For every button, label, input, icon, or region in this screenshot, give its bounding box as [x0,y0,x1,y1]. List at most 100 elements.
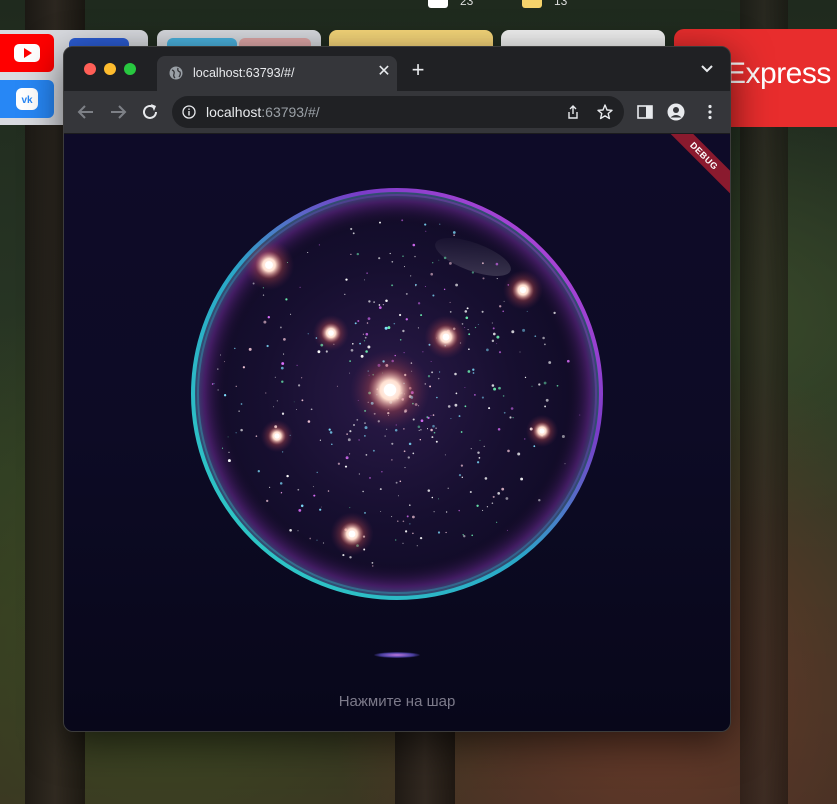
dust-star [548,361,552,364]
dust-star [510,407,514,410]
dust-star [461,476,463,478]
dust-star [362,490,364,493]
dust-star [220,354,221,356]
dust-star [385,299,388,302]
dust-star [320,506,322,508]
dust-star [353,424,355,426]
dust-star [445,511,448,513]
dust-star [325,350,328,353]
dust-star [524,376,527,379]
dust-star [265,392,267,394]
bookmark-star-icon[interactable] [596,103,614,121]
dust-star [435,427,437,430]
galaxy-sphere[interactable] [190,187,604,601]
dust-star [234,347,236,350]
dust-star [217,368,219,370]
dust-star [240,428,243,432]
dust-star [405,318,408,321]
dust-star [286,474,289,478]
youtube-tile[interactable] [0,34,54,72]
side-panel-icon[interactable] [636,103,654,121]
dust-star [491,502,494,504]
dust-star [468,333,471,336]
tab-close-button[interactable]: ✕ [374,62,394,82]
dust-star [419,536,423,540]
dust-star [238,410,240,412]
dust-star [486,506,489,508]
dust-star [364,336,367,339]
dust-star [410,275,412,277]
dust-star [454,403,458,407]
dust-star [460,464,464,467]
dust-star [319,439,321,441]
dust-star [307,333,309,335]
tab-localhost[interactable]: localhost:63793/#/ ✕ [157,56,397,91]
dust-star [337,462,341,465]
dust-star [495,262,499,266]
back-arrow-icon[interactable] [75,101,97,123]
dust-star [412,532,414,535]
dust-star [481,396,484,399]
dust-star [544,343,546,346]
more-menu-icon[interactable] [701,103,719,121]
dust-star [449,301,451,303]
dust-star [350,348,354,352]
system-menu-bar: 23 13 [0,0,837,8]
sphere-shadow [374,652,420,658]
forward-arrow-icon[interactable] [107,101,129,123]
dust-star [412,515,415,519]
dust-star [366,272,368,274]
dust-star [293,401,295,403]
aliexpress-label: Express [726,57,831,90]
dust-star [328,428,331,431]
dust-star [307,420,311,423]
zoom-window-button[interactable] [124,63,136,75]
dust-star [481,262,484,265]
dust-star [281,362,285,365]
dust-star [373,301,375,303]
dust-star [363,340,366,342]
dust-star [458,509,460,512]
dust-star [497,428,501,431]
dust-star [497,492,501,495]
dust-star [506,529,508,531]
dust-star [431,496,434,499]
share-icon[interactable] [565,104,581,120]
minimize-window-button[interactable] [104,63,116,75]
dust-star [482,277,485,280]
dust-star [257,470,260,473]
dust-star [281,451,284,453]
calendar-count: 23 [460,0,474,8]
dust-star [317,350,321,354]
dust-star [471,271,475,274]
reload-icon[interactable] [139,101,161,123]
new-tab-button[interactable]: + [407,59,429,81]
dust-star [491,339,495,343]
dust-star [454,372,457,376]
dust-star [342,554,345,557]
dust-star [399,480,402,483]
dust-star [436,396,438,399]
bright-star-core [539,428,545,434]
dust-star [404,467,406,469]
dust-star [430,415,432,417]
vk-tile[interactable]: vk [0,80,54,118]
dust-star [503,411,506,414]
dust-star [437,531,441,534]
dust-star [378,257,381,260]
close-window-button[interactable] [84,63,96,75]
dust-star [211,383,214,385]
info-icon[interactable] [182,105,196,119]
dust-star [391,442,394,445]
dust-star [531,385,533,387]
dust-star [356,252,360,256]
dust-star [520,477,524,481]
chevron-down-icon[interactable] [698,61,716,77]
dust-star [349,453,351,455]
profile-icon[interactable] [667,103,685,121]
dust-star [279,482,283,485]
dust-star [307,251,309,254]
address-bar[interactable]: localhost:63793/#/ [172,96,624,128]
url-text[interactable]: localhost:63793/#/ [206,104,320,120]
dust-star [378,306,382,309]
